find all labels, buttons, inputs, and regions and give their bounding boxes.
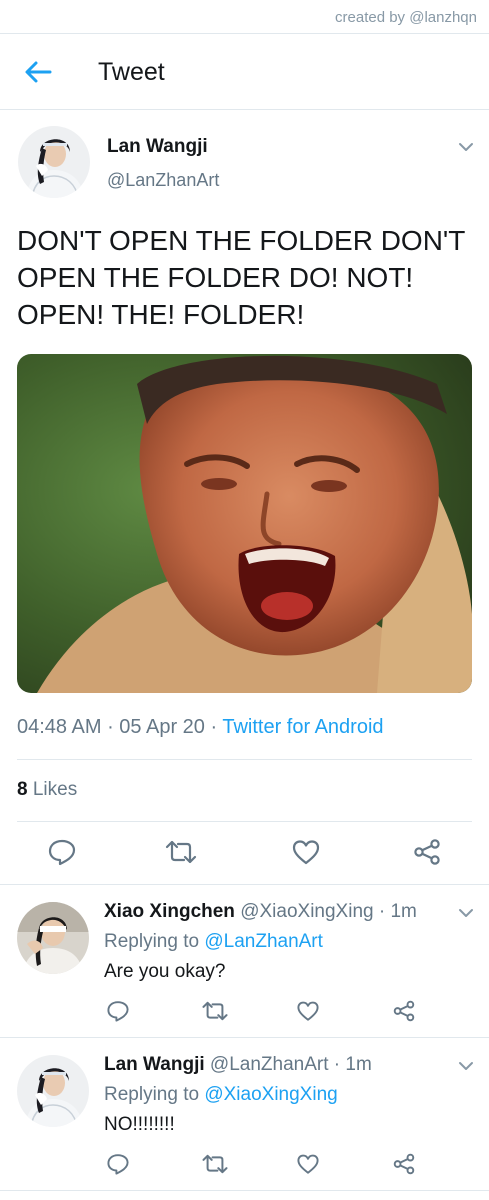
reply-button[interactable] [106, 999, 130, 1023]
tweet-date: 05 Apr 20 [119, 716, 205, 738]
replying-to-link[interactable]: @LanZhanArt [204, 931, 323, 952]
likes-count: 8 [17, 779, 28, 800]
reply-menu-button[interactable] [458, 1059, 474, 1071]
credit-text: created by @lanzhqn [335, 9, 477, 26]
meta-separator: · [107, 716, 120, 738]
replying-to-label: Replying to [104, 1084, 200, 1105]
replying-to-line: Replying to @LanZhanArt [104, 931, 323, 953]
reply-author-handle[interactable]: @XiaoXingXing [240, 901, 373, 922]
retweet-button[interactable] [201, 999, 229, 1023]
tweet-menu-button[interactable] [458, 140, 474, 152]
reply-header: Lan Wangji @LanZhanArt · 1m [104, 1054, 372, 1076]
reply-icon [48, 839, 76, 866]
meta-separator: · [210, 716, 223, 738]
share-button[interactable] [392, 999, 416, 1023]
author-handle[interactable]: @LanZhanArt [107, 170, 219, 191]
reply-time: 1m [390, 901, 417, 922]
share-icon [414, 839, 440, 865]
share-icon [393, 1000, 415, 1022]
arrow-left-icon [25, 61, 52, 83]
share-icon [393, 1153, 415, 1175]
reply-menu-button[interactable] [458, 906, 474, 918]
meta-separator: · [333, 1054, 346, 1075]
replying-to-link[interactable]: @XiaoXingXing [204, 1084, 337, 1105]
like-button[interactable] [296, 999, 320, 1023]
meta-separator: · [378, 901, 391, 922]
share-button[interactable] [392, 1152, 416, 1176]
reply-avatar[interactable] [17, 902, 89, 974]
top-bar: Tweet [0, 34, 489, 110]
chevron-down-icon [459, 909, 473, 917]
divider [0, 884, 489, 885]
reply-author-name[interactable]: Lan Wangji [104, 1054, 205, 1075]
divider [0, 1037, 489, 1038]
retweet-icon [202, 1001, 228, 1021]
credit-bar: created by @lanzhqn [0, 0, 489, 34]
retweet-button[interactable] [164, 838, 198, 866]
divider [17, 759, 472, 760]
divider [17, 821, 472, 822]
retweet-button[interactable] [201, 1152, 229, 1176]
chevron-down-icon [459, 1062, 473, 1070]
reply-text: NO!!!!!!!! [104, 1114, 175, 1135]
reply-icon [107, 1154, 129, 1175]
likes-count-link[interactable]: 8 Likes [17, 779, 77, 801]
like-button[interactable] [296, 1152, 320, 1176]
reply-author-name[interactable]: Xiao Xingchen [104, 901, 235, 922]
back-button[interactable] [22, 58, 54, 86]
reply-button[interactable] [47, 838, 77, 866]
replying-to-line: Replying to @XiaoXingXing [104, 1084, 338, 1106]
retweet-icon [202, 1154, 228, 1174]
tweet-time: 04:48 AM [17, 716, 102, 738]
replying-to-label: Replying to [104, 931, 200, 952]
tweet-meta: 04:48 AM · 05 Apr 20 · Twitter for Andro… [17, 716, 384, 739]
tweet-media-image[interactable] [17, 354, 472, 693]
reply-header: Xiao Xingchen @XiaoXingXing · 1m [104, 901, 417, 923]
heart-icon [297, 1001, 319, 1021]
author-avatar[interactable] [18, 126, 90, 198]
retweet-icon [165, 840, 197, 864]
divider [0, 1190, 489, 1191]
chevron-down-icon [459, 143, 473, 151]
reply-avatar[interactable] [17, 1055, 89, 1127]
reply-text: Are you okay? [104, 961, 226, 982]
author-name[interactable]: Lan Wangji [107, 136, 208, 158]
heart-icon [297, 1154, 319, 1174]
likes-label: Likes [32, 779, 78, 800]
reply-icon [107, 1001, 129, 1022]
reply-button[interactable] [106, 1152, 130, 1176]
tweet-source-link[interactable]: Twitter for Android [222, 716, 383, 738]
heart-icon [292, 840, 320, 865]
tweet-text: DON'T OPEN THE FOLDER DON'T OPEN THE FOL… [17, 225, 465, 330]
share-button[interactable] [412, 838, 442, 866]
reply-author-handle[interactable]: @LanZhanArt [210, 1054, 329, 1075]
reply-time: 1m [345, 1054, 372, 1075]
page-title: Tweet [98, 58, 165, 86]
like-button[interactable] [291, 838, 321, 866]
